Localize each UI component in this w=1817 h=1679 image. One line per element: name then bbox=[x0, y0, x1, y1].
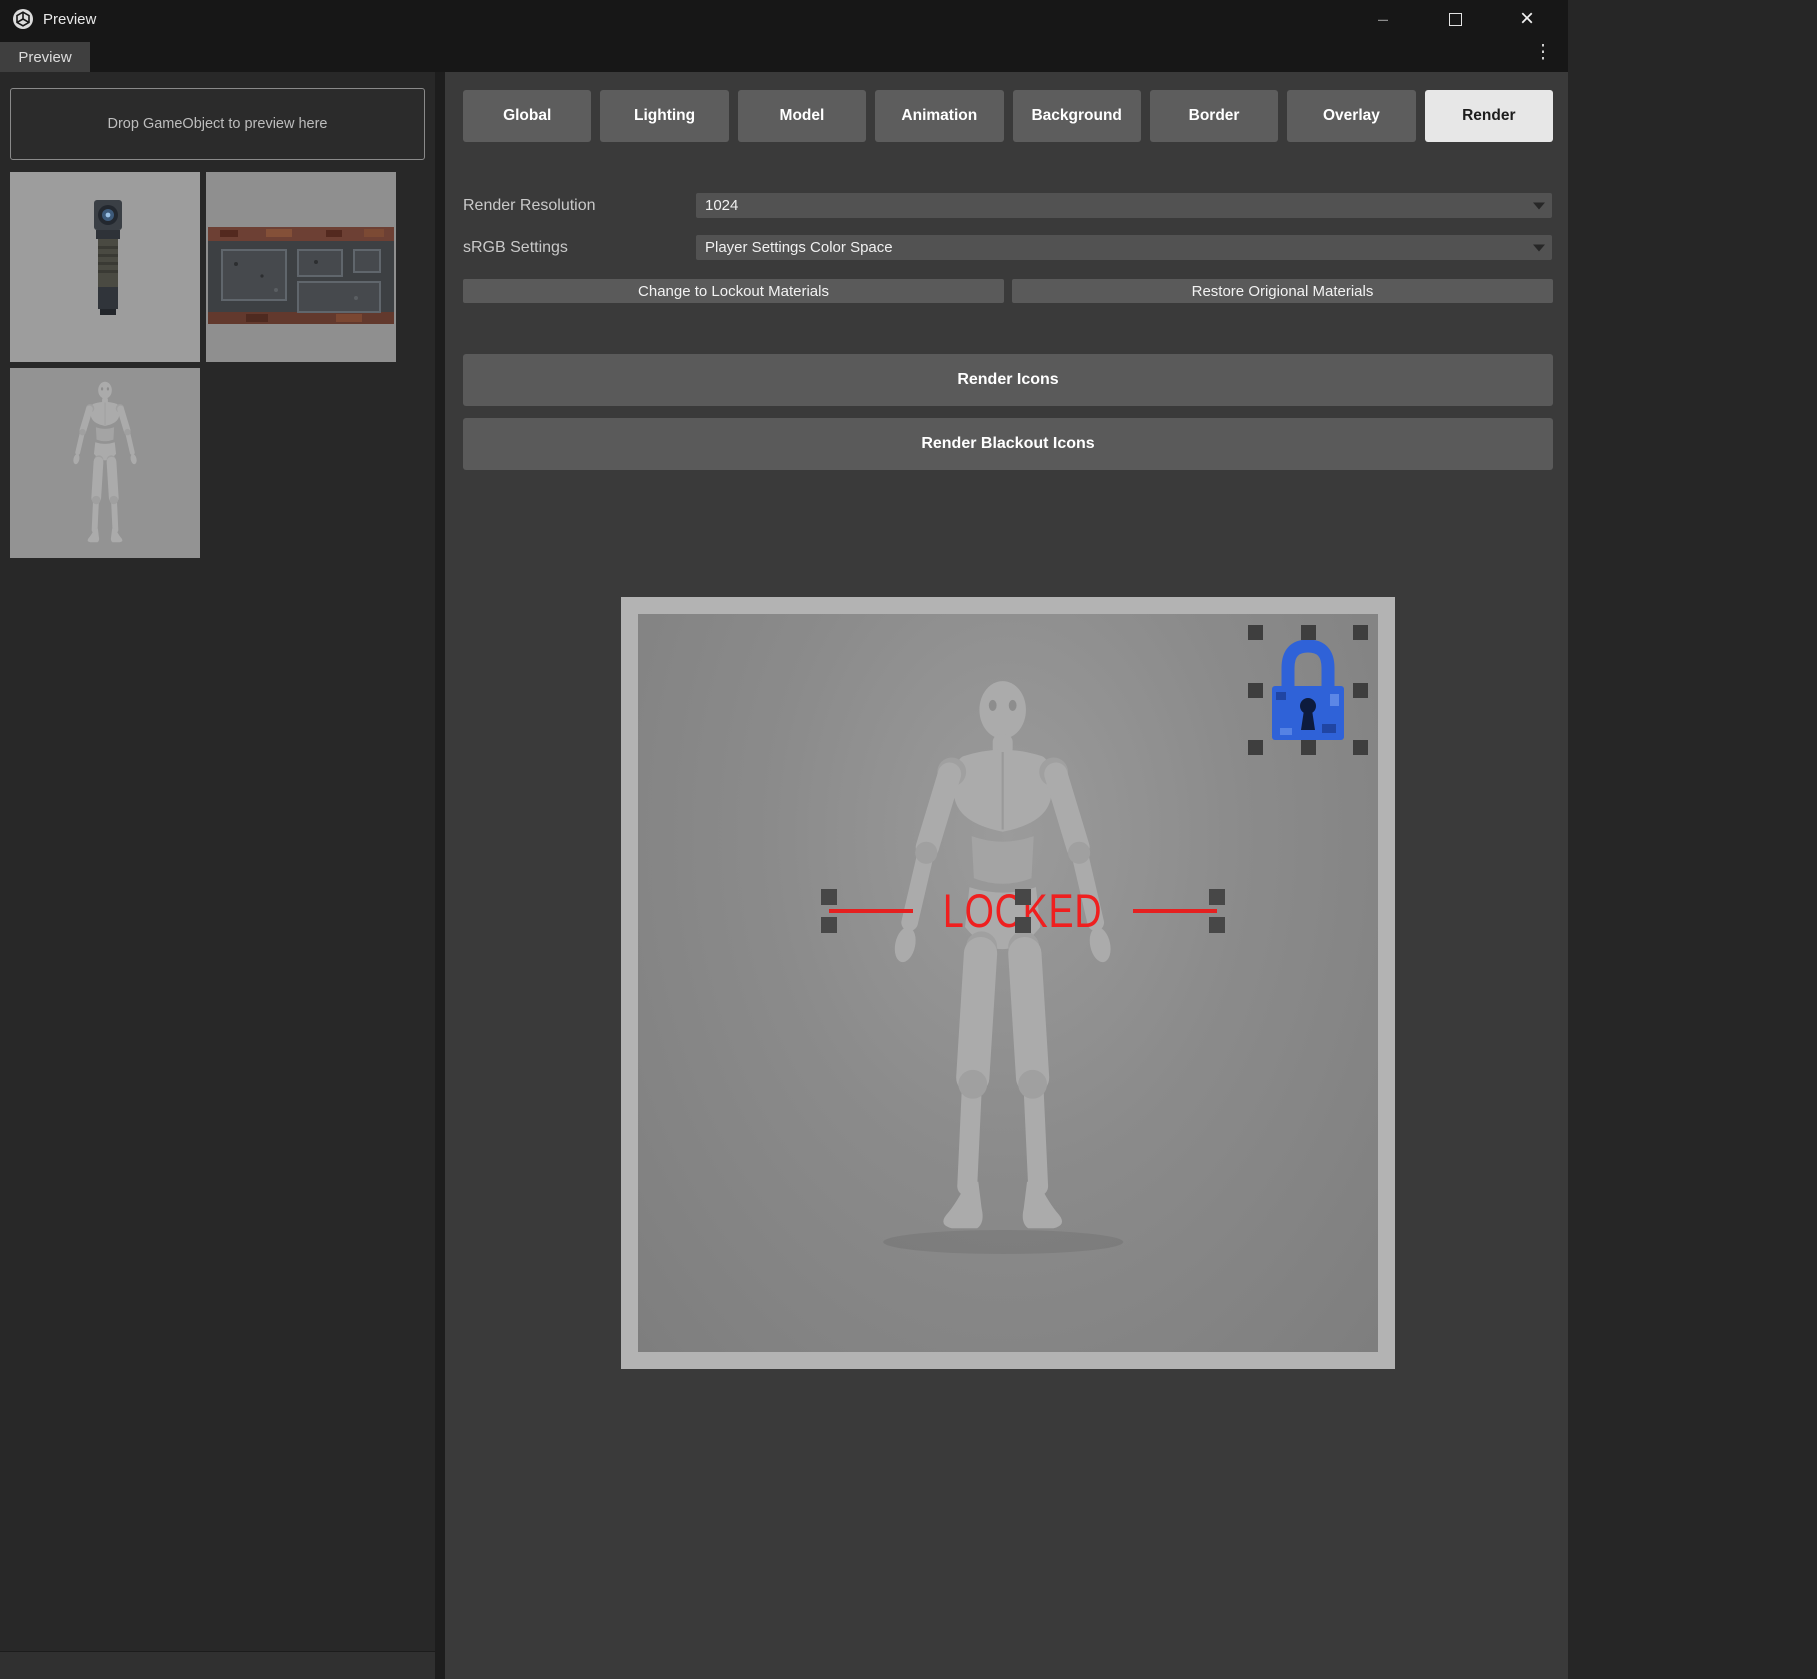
mannequin-thumb-image bbox=[10, 368, 200, 558]
srgb-settings-label: sRGB Settings bbox=[463, 238, 568, 256]
thumbnail-flashlight[interactable] bbox=[10, 172, 200, 362]
selection-handle bbox=[1248, 683, 1263, 698]
change-lockout-materials-button[interactable]: Change to Lockout Materials bbox=[463, 279, 1004, 303]
locked-line-right bbox=[1132, 909, 1217, 913]
chevron-down-icon bbox=[1533, 202, 1545, 209]
render-toolbar: Global Lighting Model Animation Backgrou… bbox=[463, 90, 1553, 142]
titlebar: Preview – × bbox=[0, 0, 1568, 38]
render-resolution-value: 1024 bbox=[705, 197, 739, 214]
toolbar-button-global[interactable]: Global bbox=[463, 90, 592, 142]
locked-line-left bbox=[829, 909, 914, 913]
tab-preview[interactable]: Preview bbox=[0, 42, 90, 72]
srgb-settings-select[interactable]: Player Settings Color Space bbox=[695, 234, 1553, 261]
mannequin-render-image bbox=[870, 670, 1136, 1246]
close-icon: × bbox=[1519, 5, 1534, 32]
selection-handle bbox=[1353, 740, 1368, 755]
render-resolution-row: Render Resolution 1024 bbox=[463, 192, 1553, 219]
window-title: Preview bbox=[43, 10, 97, 28]
selection-handle bbox=[1209, 917, 1225, 933]
srgb-settings-row: sRGB Settings Player Settings Color Spac… bbox=[463, 234, 1553, 261]
thumbnail-mannequin[interactable] bbox=[10, 368, 200, 558]
selection-handle bbox=[1015, 917, 1031, 933]
selection-handle bbox=[821, 917, 837, 933]
maximize-icon bbox=[1448, 12, 1462, 26]
locked-overlay: LOCKED bbox=[821, 887, 1225, 934]
toolbar-button-render[interactable]: Render bbox=[1424, 90, 1553, 142]
restore-original-materials-button[interactable]: Restore Origional Materials bbox=[1012, 279, 1553, 303]
selection-handle bbox=[1301, 625, 1316, 640]
toolbar-button-model[interactable]: Model bbox=[737, 90, 867, 142]
sidebar: Drop GameObject to preview here bbox=[0, 72, 445, 1679]
render-resolution-select[interactable]: 1024 bbox=[695, 192, 1553, 219]
maximize-button[interactable] bbox=[1442, 6, 1468, 32]
minimize-button[interactable]: – bbox=[1370, 6, 1396, 32]
minimize-icon: – bbox=[1377, 9, 1388, 29]
thumbnail-crate[interactable] bbox=[206, 172, 396, 362]
menu-kebab-icon[interactable]: ⋮ bbox=[1532, 41, 1554, 64]
selection-handle bbox=[1015, 889, 1031, 905]
unity-logo-icon bbox=[13, 9, 33, 29]
render-icons-button[interactable]: Render Icons bbox=[463, 354, 1553, 406]
selection-handle bbox=[1248, 625, 1263, 640]
crate-image bbox=[206, 172, 396, 362]
render-preview-frame: LOCKED bbox=[621, 597, 1395, 1369]
srgb-settings-value: Player Settings Color Space bbox=[705, 239, 893, 256]
selection-handle bbox=[1353, 683, 1368, 698]
render-blackout-icons-button[interactable]: Render Blackout Icons bbox=[463, 418, 1553, 470]
lock-overlay bbox=[1248, 625, 1368, 755]
toolbar-button-border[interactable]: Border bbox=[1149, 90, 1279, 142]
close-button[interactable]: × bbox=[1514, 6, 1540, 32]
selection-handle bbox=[1248, 740, 1263, 755]
tab-strip: Preview ⋮ bbox=[0, 38, 1568, 72]
lock-icon bbox=[1272, 639, 1344, 740]
window-controls: – × bbox=[1370, 6, 1540, 32]
toolbar-button-lighting[interactable]: Lighting bbox=[600, 90, 729, 142]
preview-thumbnail-grid bbox=[10, 172, 425, 558]
toolbar-button-background[interactable]: Background bbox=[1012, 90, 1141, 142]
selection-handle bbox=[1301, 740, 1316, 755]
chevron-down-icon bbox=[1533, 244, 1545, 251]
selection-handle bbox=[1209, 889, 1225, 905]
render-resolution-label: Render Resolution bbox=[463, 196, 596, 214]
render-preview-canvas: LOCKED bbox=[638, 614, 1378, 1352]
selection-handle bbox=[1353, 625, 1368, 640]
sidebar-scrollbar[interactable] bbox=[0, 1651, 435, 1679]
preview-window: Preview – × Preview ⋮ Drop GameObject to… bbox=[0, 0, 1568, 1679]
materials-button-row: Change to Lockout Materials Restore Orig… bbox=[463, 279, 1553, 303]
main-panel: Global Lighting Model Animation Backgrou… bbox=[445, 72, 1568, 1679]
toolbar-button-overlay[interactable]: Overlay bbox=[1287, 90, 1416, 142]
toolbar-button-animation[interactable]: Animation bbox=[875, 90, 1004, 142]
flashlight-image bbox=[10, 172, 200, 362]
selection-handle bbox=[821, 889, 837, 905]
gameobject-dropzone[interactable]: Drop GameObject to preview here bbox=[10, 88, 425, 160]
content-area: Drop GameObject to preview here Global L… bbox=[0, 72, 1568, 1679]
